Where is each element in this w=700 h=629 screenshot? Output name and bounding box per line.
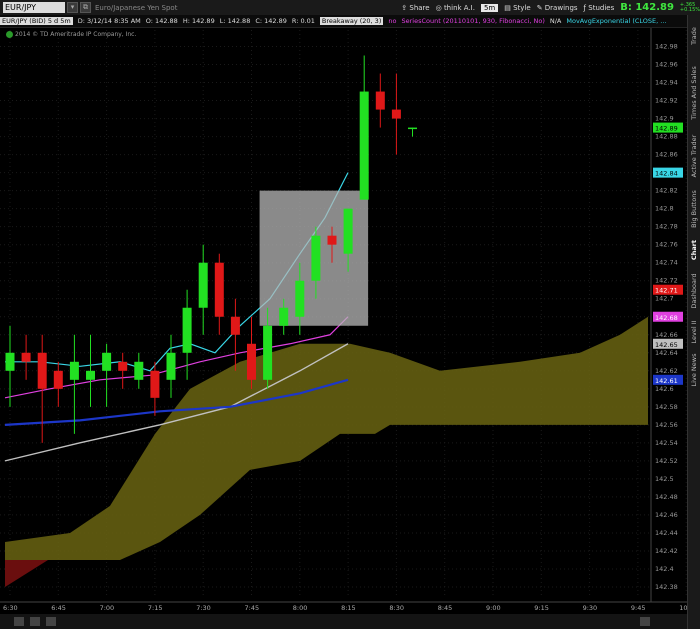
candle-body[interactable] [311,235,321,281]
candle-body[interactable] [150,370,160,398]
price-tick-label: 142.66 [655,331,678,339]
time-tick-label: 7:15 [148,604,163,612]
price-tick-label: 142.92 [655,97,678,105]
price-tick-label: 142.74 [655,259,678,267]
price-tick-label: 142.6 [655,385,674,393]
time-tick-label: 9:15 [534,604,549,612]
price-label: 142.84 [655,170,678,178]
candle-body[interactable] [21,352,31,362]
price-tick-label: 142.94 [655,79,678,87]
price-tick-label: 142.88 [655,133,678,141]
candle-body[interactable] [198,262,208,308]
price-tick-label: 142.42 [655,547,678,555]
price-label: 142.65 [655,341,678,349]
candle-body[interactable] [327,235,337,245]
price-tick-label: 142.46 [655,511,678,519]
candle-body[interactable] [69,361,79,380]
tab-times-and-sales-label: Times And Sales [690,66,698,120]
price-label: 142.68 [655,314,678,322]
candle-body[interactable] [166,352,176,380]
price-tick-label: 142.8 [655,205,674,213]
price-tick-label: 142.82 [655,187,678,195]
candle-body[interactable] [343,208,353,254]
price-tick-label: 142.58 [655,403,678,411]
price-tick-label: 142.7 [655,295,674,303]
price-tick-label: 142.54 [655,439,678,447]
price-chart[interactable]: 142.98142.96142.94142.92142.9142.88142.8… [0,0,700,629]
scroll-right-button[interactable] [640,617,650,626]
candle-body[interactable] [279,307,289,326]
price-tick-label: 142.5 [655,475,674,483]
candle-body[interactable] [102,352,112,371]
candle-body[interactable] [182,307,192,353]
time-tick-label: 8:15 [341,604,356,612]
candle-body[interactable] [359,91,369,200]
candle-body[interactable] [37,352,47,389]
candle-body[interactable] [375,91,385,110]
right-sidebar: Trade Times And Sales Active Trader Big … [687,15,700,629]
candle-body[interactable] [391,109,401,119]
time-tick-label: 9:30 [583,604,598,612]
time-tick-label: 9:45 [631,604,646,612]
price-tick-label: 142.44 [655,529,678,537]
time-tick-label: 7:45 [245,604,260,612]
candle-body[interactable] [118,361,128,371]
price-tick-label: 142.86 [655,151,678,159]
candle-body[interactable] [86,370,95,380]
price-tick-label: 142.9 [655,115,674,123]
price-tick-label: 142.56 [655,421,678,429]
time-tick-label: 6:30 [3,604,18,612]
tab-trade[interactable]: Trade [688,17,700,55]
candle-body[interactable] [263,325,273,380]
price-tick-label: 142.72 [655,277,678,285]
zoom-out-button[interactable] [30,617,40,626]
price-tick-label: 142.76 [655,241,678,249]
candle-body[interactable] [53,370,63,389]
candle-body[interactable] [295,280,305,317]
price-label: 142.61 [655,377,678,385]
tab-times-and-sales[interactable]: Times And Sales [688,61,700,125]
price-tick-label: 142.38 [655,583,678,591]
candle-body[interactable] [134,361,144,380]
price-tick-label: 142.64 [655,349,678,357]
price-label: 142.71 [655,287,678,295]
price-tick-label: 142.78 [655,223,678,231]
copyright-text: 2014 © TD Ameritrade IP Company, Inc. [15,31,137,38]
candle-body[interactable] [5,352,15,371]
price-tick-label: 142.4 [655,565,674,573]
time-tick-label: 6:45 [51,604,66,612]
time-tick-label: 8:30 [389,604,404,612]
price-label: 142.89 [655,125,678,133]
price-tick-label: 142.48 [655,493,678,501]
tab-live-news[interactable]: Live News [688,351,700,389]
time-scrollbar[interactable] [0,614,688,629]
scroll-left-button[interactable] [14,617,24,626]
time-tick-label: 9:00 [486,604,501,612]
zoom-in-button[interactable] [46,617,56,626]
candle-body[interactable] [408,127,417,130]
price-tick-label: 142.98 [655,43,678,51]
candle-body[interactable] [247,343,256,380]
price-tick-label: 142.96 [655,61,678,69]
time-tick-label: 8:45 [438,604,453,612]
status-icon [6,31,13,38]
price-tick-label: 142.52 [655,457,678,465]
time-tick-label: 8:00 [293,604,308,612]
candle-body[interactable] [214,262,224,317]
price-tick-label: 142.62 [655,367,678,375]
tab-live-news-label: Live News [690,353,698,387]
time-tick-label: 7:00 [100,604,115,612]
time-tick-label: 7:30 [196,604,211,612]
copyright: 2014 © TD Ameritrade IP Company, Inc. [6,31,136,38]
candle-body[interactable] [230,316,240,335]
